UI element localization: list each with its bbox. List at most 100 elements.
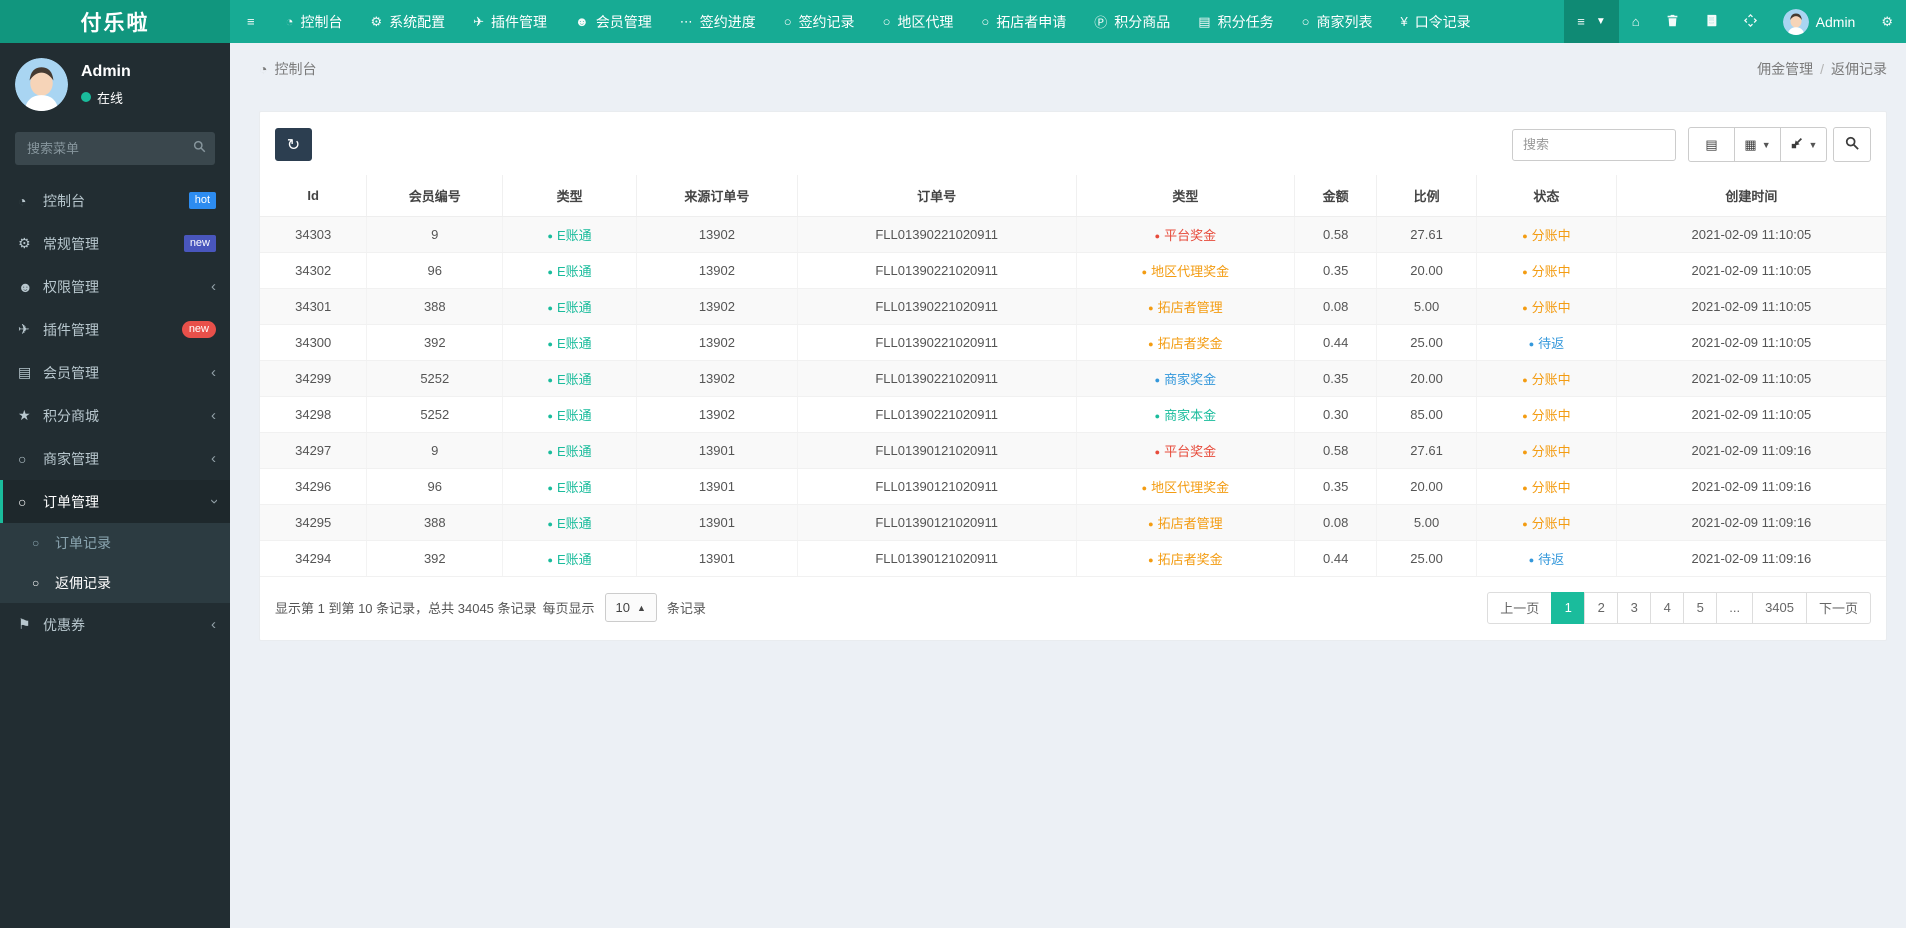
export-button[interactable]: ▼ xyxy=(1780,127,1827,162)
breadcrumb-current[interactable]: 控制台 xyxy=(274,59,316,79)
list-icon: ▤ xyxy=(18,364,32,380)
cell-type: ● E账通 xyxy=(502,360,638,397)
breadcrumb-separator: / xyxy=(1820,61,1824,77)
status-dot-icon: ● xyxy=(1141,482,1148,493)
sidebar-item-常规管理[interactable]: ⚙ 常规管理 new xyxy=(0,222,230,265)
cell-category: ● 拓店者管理 xyxy=(1076,288,1296,325)
log-button[interactable] xyxy=(1692,0,1731,43)
sidebar-subitem-订单记录[interactable]: ○ 订单记录 xyxy=(0,523,230,563)
cell-amount: 0.30 xyxy=(1294,396,1378,433)
sidebar-item-控制台[interactable]: ◔ 控制台 hot xyxy=(0,179,230,222)
status-text: E账通 xyxy=(556,227,592,243)
next-page-button[interactable]: 下一页 xyxy=(1805,591,1871,624)
page-button-5[interactable]: 5 xyxy=(1683,591,1718,624)
page-button-3[interactable]: 3 xyxy=(1617,591,1652,624)
navbar-user-menu[interactable]: Admin xyxy=(1770,0,1869,43)
cell-ratio: 5.00 xyxy=(1376,504,1478,541)
cell-type: ● E账通 xyxy=(502,468,638,505)
columns-button[interactable]: ▦ ▼ xyxy=(1734,127,1781,162)
cell-source-order: 13902 xyxy=(636,252,798,289)
sidebar-toggle-button[interactable]: ≡ xyxy=(230,0,272,43)
table-row: 34296 96 ● E账通 13901 FLL01390121020911 ● 地区代理奖金… xyxy=(260,468,1886,505)
status-dot-icon: ● xyxy=(1522,518,1528,529)
sidebar-item-商家管理[interactable]: ○ 商家管理 ‹ xyxy=(0,437,230,480)
table-search-input[interactable] xyxy=(1512,128,1676,161)
bookmark-icon: ⚑ xyxy=(18,616,31,632)
top-nav-item-口令记录[interactable]: ¥ 口令记录 xyxy=(1386,0,1484,43)
top-nav-item-积分商品[interactable]: Ⓟ 积分商品 xyxy=(1080,0,1184,43)
gear-icon: ⚙ xyxy=(370,13,383,29)
sidebar-badge: hot xyxy=(188,191,216,210)
page-button-4[interactable]: 4 xyxy=(1650,591,1685,624)
page-button-2[interactable]: 2 xyxy=(1584,591,1619,624)
sidebar-item-会员管理[interactable]: ▤ 会员管理 ‹ xyxy=(0,351,230,394)
cell-status: ● 分账中 xyxy=(1476,468,1617,505)
top-nav-item-label: 积分商品 xyxy=(1114,13,1171,30)
sidebar-item-积分商城[interactable]: ★ 积分商城 ‹ xyxy=(0,394,230,437)
table-row: 34295 388 ● E账通 13901 FLL01390121020911 ● 拓店者管理… xyxy=(260,504,1886,541)
page-button-1[interactable]: 1 xyxy=(1551,591,1586,624)
pagination-summary: 显示第 1 到第 10 条记录，总共 34045 条记录 每页显示 10 ▲ 条记… xyxy=(275,593,706,622)
status-text: 拓店者管理 xyxy=(1157,299,1223,315)
gears-icon: ⚙ xyxy=(18,235,31,251)
sidebar-item-订单管理[interactable]: ○ 订单管理 ‹ xyxy=(0,480,230,523)
top-nav-item-label: 会员管理 xyxy=(595,13,652,30)
sidebar-item-label: 会员管理 xyxy=(43,364,99,381)
list-caret-button[interactable]: ≡ ▼ xyxy=(1564,0,1619,43)
cell-created: 2021-02-09 11:09:16 xyxy=(1616,432,1886,469)
sidebar-menu: ◔ 控制台 hot ⚙ 常规管理 new ☻ 权限管理 ‹ ✈ 插件管理 new ▤ 会员管理 ‹ ★ 积分商城… xyxy=(0,179,230,646)
top-nav-item-商家列表[interactable]: ○ 商家列表 xyxy=(1288,0,1387,43)
cell-ratio: 27.61 xyxy=(1376,216,1478,253)
settings-button[interactable]: ⚙ xyxy=(1868,0,1906,43)
main-content: ◔ 控制台 佣金管理/返佣记录 ↻ ▤ ▦▼ ▼ Id会员编号类型来源订单号订单… xyxy=(230,0,1906,641)
column-header-会员编号: 会员编号 xyxy=(366,175,504,217)
cell-id: 34297 xyxy=(260,432,368,469)
cell-type: ● E账通 xyxy=(502,396,638,433)
cell-id: 34296 xyxy=(260,468,368,505)
top-nav-item-签约记录[interactable]: ○ 签约记录 xyxy=(770,0,869,43)
sidebar-item-插件管理[interactable]: ✈ 插件管理 new xyxy=(0,308,230,351)
refresh-button[interactable]: ↻ xyxy=(275,128,312,161)
status-text: 商家本金 xyxy=(1164,407,1217,423)
cell-id: 34298 xyxy=(260,396,368,433)
page-ellipsis-button[interactable]: ... xyxy=(1716,591,1754,624)
cell-source-order: 13901 xyxy=(636,468,798,505)
cell-created: 2021-02-09 11:10:05 xyxy=(1616,396,1886,433)
home-button[interactable]: ⌂ xyxy=(1619,0,1653,43)
cell-type: ● E账通 xyxy=(502,216,638,253)
sidebar-subitem-返佣记录[interactable]: ○ 返佣记录 xyxy=(0,563,230,603)
cell-ratio: 25.00 xyxy=(1376,540,1478,577)
top-nav-item-签约进度[interactable]: ⋯ 签约进度 xyxy=(666,0,770,43)
cell-ratio: 85.00 xyxy=(1376,396,1478,433)
top-nav-item-系统配置[interactable]: ⚙ 系统配置 xyxy=(356,0,459,43)
brand-logo[interactable]: 付乐啦 xyxy=(0,0,230,43)
status-text: E账通 xyxy=(556,551,592,567)
column-header-创建时间: 创建时间 xyxy=(1616,175,1886,217)
top-nav-item-拓店者申请[interactable]: ○ 拓店者申请 xyxy=(967,0,1080,43)
trash-button[interactable] xyxy=(1653,0,1692,43)
page-button-3405[interactable]: 3405 xyxy=(1752,591,1807,624)
top-nav-item-会员管理[interactable]: ☻ 会员管理 xyxy=(561,0,666,43)
status-dot-icon: ● xyxy=(1154,410,1161,421)
top-nav-item-地区代理[interactable]: ○ 地区代理 xyxy=(869,0,968,43)
column-header-比例: 比例 xyxy=(1376,175,1478,217)
circle-icon: ○ xyxy=(783,14,792,29)
column-header-类型: 类型 xyxy=(502,175,638,217)
search-icon xyxy=(1845,136,1859,153)
prev-page-button[interactable]: 上一页 xyxy=(1487,591,1553,624)
expand-icon xyxy=(1743,13,1757,30)
expand-button[interactable] xyxy=(1731,0,1770,43)
sidebar-search-input[interactable] xyxy=(15,132,215,165)
top-nav-item-插件管理[interactable]: ✈ 插件管理 xyxy=(459,0,561,43)
sidebar-item-权限管理[interactable]: ☻ 权限管理 ‹ xyxy=(0,265,230,308)
top-nav-item-控制台[interactable]: ◔ 控制台 xyxy=(272,0,357,43)
detail-view-button[interactable]: ▤ xyxy=(1688,127,1735,162)
search-submit-button[interactable] xyxy=(1833,127,1871,162)
breadcrumb-parent[interactable]: 佣金管理 xyxy=(1757,61,1813,77)
sidebar-item-优惠券[interactable]: ⚑ 优惠券 ‹ xyxy=(0,603,230,646)
breadcrumb-page: 返佣记录 xyxy=(1831,61,1887,77)
top-nav-item-积分任务[interactable]: ▤ 积分任务 xyxy=(1184,0,1287,43)
cell-order-no: FLL01390221020911 xyxy=(797,216,1077,253)
page-size-select[interactable]: 10 ▲ xyxy=(604,593,657,622)
status-dot-icon: ● xyxy=(1148,518,1154,529)
